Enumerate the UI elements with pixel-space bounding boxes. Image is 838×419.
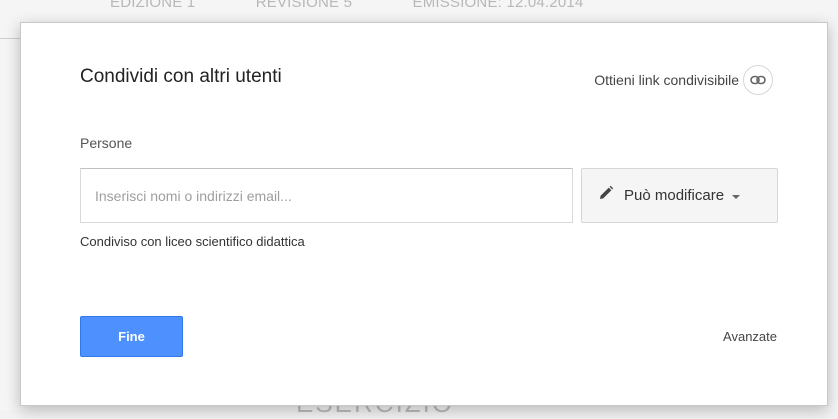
background-issue-date: EMISSIONE: 12.04.2014 <box>412 0 584 11</box>
done-button[interactable]: Fine <box>80 316 183 357</box>
background-divider <box>0 38 20 39</box>
get-shareable-link-button[interactable]: Ottieni link condivisibile <box>594 65 773 95</box>
email-input[interactable] <box>80 168 573 223</box>
share-dialog: Condividi con altri utenti Ottieni link … <box>20 22 828 406</box>
chevron-down-icon <box>732 194 741 199</box>
get-shareable-link-label: Ottieni link condivisibile <box>594 72 739 88</box>
people-label: Persone <box>80 135 133 151</box>
link-icon[interactable] <box>743 65 773 95</box>
background-header: EDIZIONE 1 REVISIONE 5 EMISSIONE: 12.04.… <box>110 0 639 11</box>
permission-label: Può modificare <box>624 187 725 204</box>
background-revision: REVISIONE 5 <box>255 0 353 11</box>
shared-with-text: Condiviso con liceo scientifico didattic… <box>80 234 305 249</box>
pencil-icon <box>598 185 614 206</box>
dialog-title: Condividi con altri utenti <box>80 66 282 87</box>
advanced-link[interactable]: Avanzate <box>723 329 777 344</box>
permission-dropdown[interactable]: Può modificare <box>581 168 778 223</box>
background-edition: EDIZIONE 1 <box>110 0 196 11</box>
